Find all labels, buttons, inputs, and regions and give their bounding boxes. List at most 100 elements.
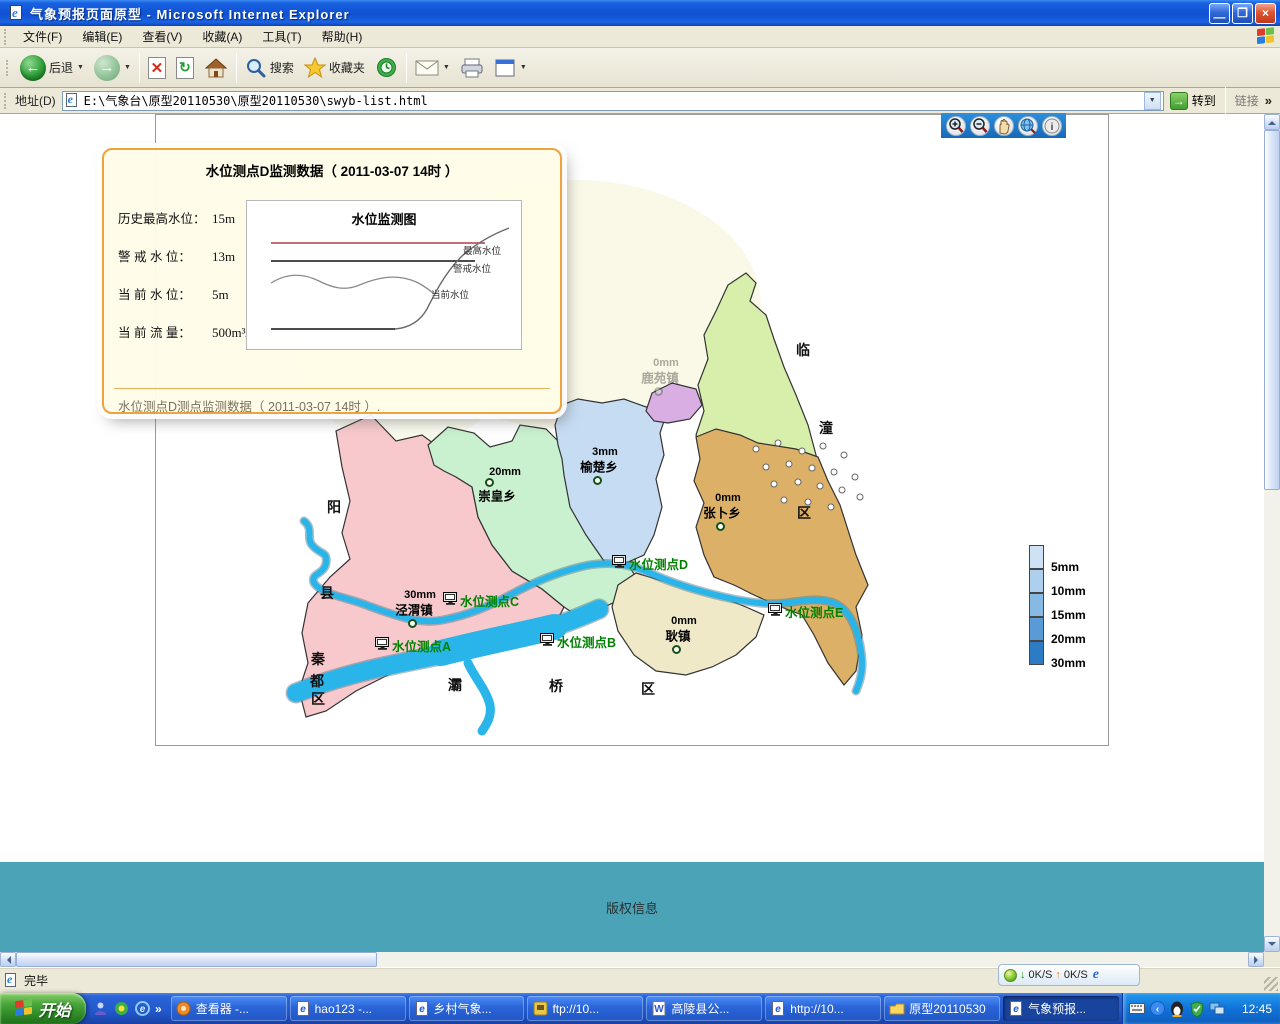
water-station-marker[interactable]: 水位测点E	[768, 602, 843, 621]
qq-icon[interactable]	[1169, 1001, 1185, 1017]
maximize-button[interactable]: ❐	[1232, 3, 1253, 24]
computer-icon	[540, 633, 555, 651]
chevron-down-icon: ▼	[77, 64, 84, 71]
home-button[interactable]	[199, 51, 233, 85]
popup-field-label: 当 前 流 量：	[118, 322, 210, 341]
history-icon	[375, 56, 398, 79]
legend-swatch	[1029, 641, 1044, 665]
clock[interactable]: 12:45	[1242, 1002, 1272, 1016]
svg-text:i: i	[1051, 122, 1054, 133]
hide-icons-chevron[interactable]: ‹	[1149, 1001, 1165, 1017]
browser-viewport: g[data-name="tan-speckles"] circle{fill:…	[0, 114, 1280, 967]
back-button[interactable]: ← 后退 ▼	[15, 51, 89, 85]
system-tray: ‹ 12:45	[1122, 993, 1280, 1024]
taskbar-task[interactable]: ehao123 -...	[290, 996, 406, 1021]
search-label: 搜索	[270, 59, 294, 76]
start-button[interactable]: 开始	[0, 993, 86, 1024]
taskbar-task[interactable]: W高陵县公...	[646, 996, 762, 1021]
water-station-marker[interactable]: 水位测点D	[612, 554, 688, 573]
close-button[interactable]: ×	[1255, 3, 1276, 24]
taskbar-task[interactable]: ftp://10...	[527, 996, 643, 1021]
svg-text:e: e	[1013, 1004, 1019, 1015]
vertical-scrollbar[interactable]	[1264, 114, 1280, 952]
task-title: ftp://10...	[552, 1002, 599, 1016]
favorites-label: 收藏夹	[329, 59, 365, 76]
info-button[interactable]: i	[1042, 116, 1062, 136]
net-speed-meter[interactable]: ↓ 0K/S ↑ 0K/S e	[998, 964, 1140, 986]
desktop: e 气象预报页面原型 - Microsoft Internet Explorer…	[0, 0, 1280, 1024]
water-station-marker[interactable]: 水位测点C	[443, 591, 519, 610]
address-input[interactable]: e E:\气象台\原型20110530\原型20110530\swyb-list…	[62, 91, 1164, 111]
town-rainfall-value: 0mm	[671, 615, 697, 627]
menu-item[interactable]: 编辑(E)	[72, 25, 132, 48]
legend-label: 15mm	[1051, 608, 1086, 622]
scroll-down-button[interactable]	[1264, 936, 1280, 952]
address-dropdown-button[interactable]: ▼	[1144, 92, 1161, 110]
district-label: 区	[311, 689, 325, 709]
district-label: 临	[796, 340, 810, 360]
taskbar-task[interactable]: 查看器 -...	[171, 996, 287, 1021]
refresh-button[interactable]: ↻	[171, 51, 199, 85]
keyboard-icon[interactable]	[1129, 1001, 1145, 1017]
window-titlebar[interactable]: e 气象预报页面原型 - Microsoft Internet Explorer…	[0, 0, 1280, 26]
water-station-marker[interactable]: 水位测点B	[540, 632, 616, 651]
district-label: 秦	[311, 649, 325, 669]
search-button[interactable]: 搜索	[240, 51, 299, 85]
taskbar-task[interactable]: ehttp://10...	[765, 996, 881, 1021]
chevron-more-icon[interactable]: »	[1265, 93, 1272, 108]
quick-launch: e »	[86, 993, 168, 1024]
stop-button[interactable]: ✕	[143, 51, 171, 85]
minimize-button[interactable]: —	[1209, 3, 1230, 24]
forward-button[interactable]: → ▼	[89, 51, 136, 85]
full-extent-button[interactable]	[1018, 116, 1038, 136]
history-button[interactable]	[370, 51, 403, 85]
home-icon	[204, 56, 228, 80]
zoom-in-button[interactable]	[946, 116, 966, 136]
district-label: 阳	[327, 497, 341, 517]
mail-button[interactable]: ▼	[410, 51, 455, 85]
links-label[interactable]: 链接	[1235, 92, 1259, 109]
toolbar-separator	[406, 53, 407, 83]
pan-button[interactable]	[994, 116, 1014, 136]
print-button[interactable]	[455, 51, 489, 85]
chevron-down-icon: ▼	[520, 64, 527, 71]
popup-field: 历史最高水位：15m	[118, 208, 235, 227]
edit-button[interactable]: ▼	[489, 51, 532, 85]
network-icon[interactable]	[1209, 1001, 1225, 1017]
go-button[interactable]: → 转到	[1170, 92, 1216, 110]
zoom-out-button[interactable]	[970, 116, 990, 136]
chevron-down-icon: ▼	[443, 64, 450, 71]
menu-item[interactable]: 文件(F)	[13, 25, 72, 48]
taskbar-task[interactable]: e乡村气象...	[409, 996, 525, 1021]
chevron-more-icon[interactable]: »	[155, 1002, 162, 1016]
menu-item[interactable]: 收藏(A)	[192, 25, 252, 48]
browser-icon[interactable]	[113, 1000, 130, 1017]
favorites-button[interactable]: 收藏夹	[299, 51, 370, 85]
town-name: 榆楚乡	[580, 457, 618, 476]
scroll-left-button[interactable]	[0, 952, 16, 967]
printer-icon	[460, 57, 484, 79]
menu-item[interactable]: 帮助(H)	[312, 25, 373, 48]
computer-icon	[443, 592, 458, 610]
antivirus-orb-icon	[1004, 969, 1017, 982]
taskbar-task[interactable]: e气象预报...	[1003, 996, 1119, 1021]
ie-icon[interactable]: e	[134, 1000, 151, 1017]
messenger-icon[interactable]	[92, 1000, 109, 1017]
menu-item[interactable]: 工具(T)	[252, 25, 311, 48]
upload-arrow-icon: ↑	[1055, 969, 1061, 981]
taskbar-tasks: 查看器 -...ehao123 -...e乡村气象...ftp://10...W…	[168, 993, 1122, 1024]
water-station-marker[interactable]: 水位测点A	[375, 636, 451, 655]
task-title: 乡村气象...	[434, 1000, 492, 1017]
district-label: 潼	[819, 418, 833, 438]
address-label: 地址(D)	[15, 92, 56, 109]
vertical-scroll-thumb[interactable]	[1264, 130, 1280, 490]
resize-grip[interactable]	[1264, 977, 1278, 991]
water-station-label: 水位测点C	[460, 591, 519, 610]
shield-icon[interactable]	[1189, 1001, 1205, 1017]
forward-icon: →	[94, 55, 120, 81]
horizontal-scroll-thumb[interactable]	[16, 952, 377, 967]
scroll-right-button[interactable]	[1248, 952, 1264, 967]
scroll-up-button[interactable]	[1264, 114, 1280, 130]
taskbar-task[interactable]: 原型20110530	[884, 996, 1000, 1021]
menu-item[interactable]: 查看(V)	[132, 25, 192, 48]
